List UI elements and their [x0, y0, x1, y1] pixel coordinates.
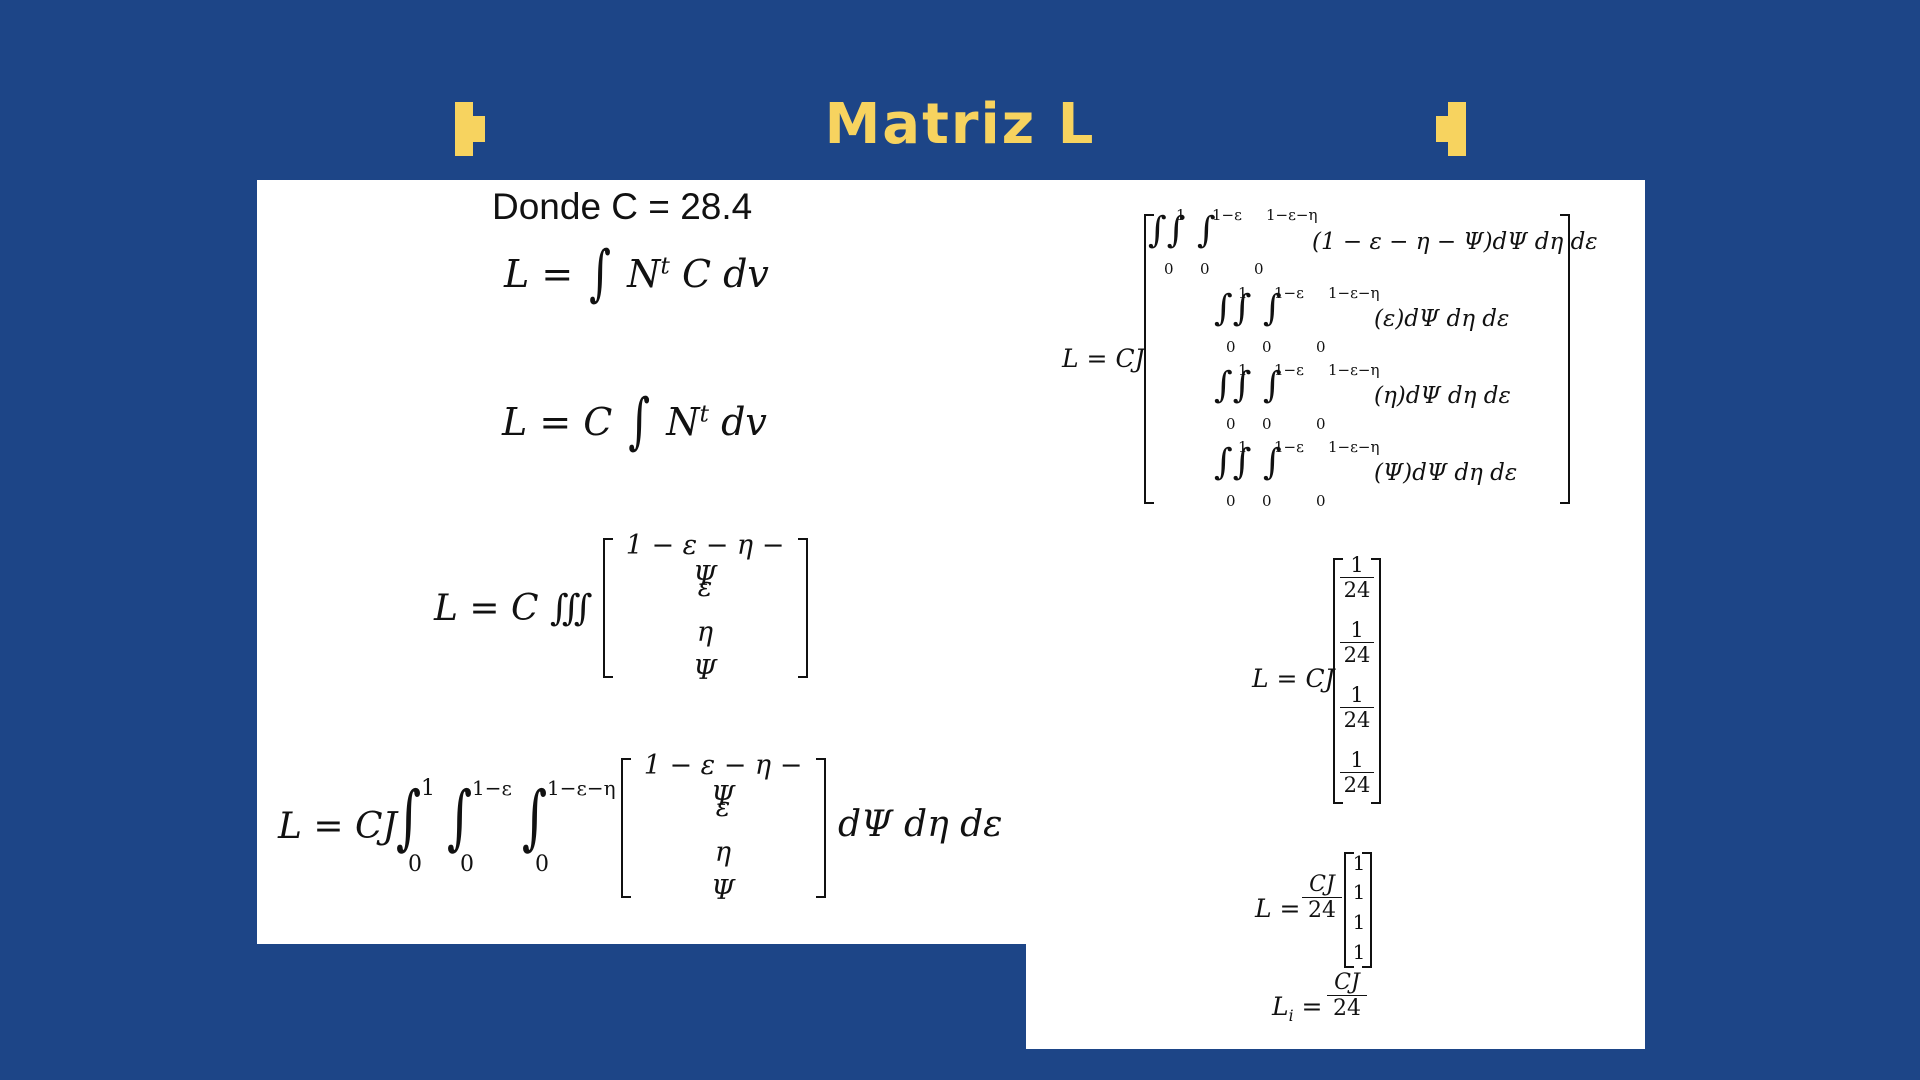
eq6-den: 24: [1343, 708, 1371, 732]
eq5-row-integrand: (1 − ε − η − Ψ)dΨ dη dε: [1312, 229, 1598, 255]
eq5-limit-lo: 0: [1226, 492, 1236, 510]
eq6-fraction: 1 24: [1340, 553, 1374, 602]
eq6-num: 1: [1340, 618, 1374, 643]
eq6-den: 24: [1343, 643, 1371, 667]
integral-sign-icon: ∫: [628, 384, 651, 457]
eq5-limit-hi: 1−ε: [1274, 284, 1304, 302]
eq5-row-integrand: (ε)dΨ dη dε: [1374, 306, 1510, 332]
eq8-fraction: CJ 24: [1327, 970, 1367, 1021]
eq5-limit-hi: 1: [1176, 206, 1186, 224]
left-bracket-decoration-icon: [455, 102, 485, 156]
eq7-fraction: CJ 24: [1302, 872, 1342, 923]
eq5-limit-lo: 0: [1262, 415, 1272, 433]
eq1-rest: C dv: [681, 252, 769, 296]
eq4-limit-lo: 0: [408, 852, 422, 877]
eq6-num: 1: [1340, 553, 1374, 578]
eq5-limit-lo: 0: [1316, 492, 1326, 510]
eq4-lhs: L = CJ: [278, 806, 397, 847]
eq8-sub: i: [1288, 1007, 1294, 1025]
eq5-limit-hi: 1: [1238, 284, 1248, 302]
eq4-tail: dΨ dη dε: [838, 804, 1003, 845]
eq5-row-integrand: (η)dΨ dη dε: [1374, 383, 1511, 409]
eq5-limit-lo: 0: [1226, 415, 1236, 433]
eq8-eq: =: [1301, 992, 1323, 1021]
eq5-limit-hi: 1−ε−η: [1266, 206, 1318, 224]
eq6-fraction: 1 24: [1340, 748, 1374, 797]
eq4-limit-hi: 1: [421, 776, 435, 801]
eq5-limit-lo: 0: [1316, 415, 1326, 433]
integral-sign-icon: ∫∫ ∫: [1214, 365, 1282, 406]
eq4-limit-lo: 0: [460, 852, 474, 877]
equation-8-lhs: Li =: [1272, 992, 1322, 1025]
eq6-fraction: 1 24: [1340, 618, 1374, 667]
eq5-limit-lo: 0: [1262, 492, 1272, 510]
eq5-limit-lo: 0: [1262, 338, 1272, 356]
integral-sign-icon: ∫: [396, 777, 422, 859]
eq5-limit-hi: 1−ε: [1212, 206, 1242, 224]
eq7-vector-row: 1: [1352, 880, 1366, 904]
eq8-den: 24: [1333, 996, 1361, 1021]
eq2-lhs: L = C: [502, 400, 613, 444]
eq7-den: 24: [1308, 898, 1336, 923]
eq3-right-bracket: [798, 538, 808, 678]
equation-5-lhs: L = CJ: [1062, 344, 1145, 373]
eq5-limit-hi: 1−ε−η: [1328, 284, 1380, 302]
eq4-vector-row: ε: [715, 792, 731, 823]
eq4-right-bracket: [816, 758, 826, 898]
integral-sign-icon: ∫∫ ∫: [1214, 442, 1282, 483]
equation-3-lhs: L = C ∭: [434, 588, 593, 629]
eq2-sup: t: [699, 399, 709, 428]
eq8-l: L: [1272, 992, 1289, 1021]
eq7-vector-row: 1: [1352, 940, 1366, 964]
equation-6-lhs: L = CJ: [1252, 664, 1335, 693]
eq1-sup: t: [660, 251, 670, 280]
eq5-left-bracket: [1144, 214, 1154, 504]
equation-2: L = C ∫ Nt dv: [502, 385, 767, 456]
integral-sign-icon: ∫: [447, 777, 473, 859]
equation-7-lhs: L =: [1255, 894, 1301, 923]
eq2-n: N: [666, 400, 700, 444]
eq4-limit-hi: 1−ε−η: [547, 776, 616, 800]
eq7-vector-row: 1: [1352, 851, 1366, 875]
eq5-limit-lo: 0: [1164, 260, 1174, 278]
eq3-vector-row: Ψ: [693, 655, 717, 686]
eq4-vector-row: Ψ: [711, 875, 735, 906]
eq6-den: 24: [1343, 578, 1371, 602]
eq8-num: CJ: [1327, 970, 1367, 996]
right-bracket-decoration-icon: [1436, 102, 1466, 156]
slide-title: Matriz L: [824, 92, 1096, 157]
eq7-num: CJ: [1302, 872, 1342, 898]
eq3-vector-row: ε: [697, 572, 713, 603]
eq2-rest: dv: [721, 400, 767, 444]
eq5-limit-lo: 0: [1254, 260, 1264, 278]
integral-sign-icon: ∫: [522, 777, 548, 859]
eq4-limit-hi: 1−ε: [472, 776, 512, 800]
eq3-vector-row: η: [696, 617, 714, 648]
equation-4: L = CJ: [278, 806, 397, 847]
eq5-limit-hi: 1: [1238, 361, 1248, 379]
eq5-limit-hi: 1−ε−η: [1328, 361, 1380, 379]
eq4-vector-row: η: [714, 837, 732, 868]
eq6-den: 24: [1343, 773, 1371, 797]
eq5-limit-hi: 1: [1238, 438, 1248, 456]
eq5-limit-hi: 1−ε−η: [1328, 438, 1380, 456]
integral-sign-icon: ∫: [589, 236, 612, 309]
eq5-limit-lo: 0: [1316, 338, 1326, 356]
equation-1: L = ∫ Nt C dv: [504, 237, 769, 308]
eq5-limit-lo: 0: [1200, 260, 1210, 278]
eq7-vector-row: 1: [1352, 910, 1366, 934]
eq5-limit-hi: 1−ε: [1274, 361, 1304, 379]
donde-label: Donde C = 28.4: [492, 186, 753, 227]
eq5-right-bracket: [1560, 214, 1570, 504]
eq4-limit-lo: 0: [535, 852, 549, 877]
eq6-fraction: 1 24: [1340, 683, 1374, 732]
eq5-limit-lo: 0: [1226, 338, 1236, 356]
eq6-num: 1: [1340, 683, 1374, 708]
eq6-num: 1: [1340, 748, 1374, 773]
eq5-row-integrand: (Ψ)dΨ dη dε: [1374, 460, 1518, 486]
eq5-limit-hi: 1−ε: [1274, 438, 1304, 456]
integral-sign-icon: ∫∫ ∫: [1214, 288, 1282, 329]
eq1-lhs: L =: [504, 252, 574, 296]
eq1-n: N: [627, 252, 661, 296]
